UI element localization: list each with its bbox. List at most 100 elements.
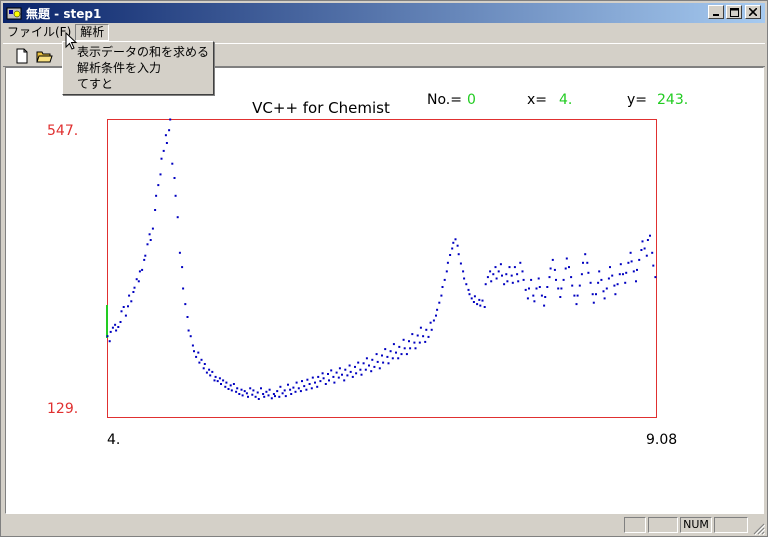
data-point [289, 388, 292, 391]
maximize-button[interactable] [726, 5, 742, 19]
data-point [117, 326, 120, 328]
data-point [446, 261, 449, 264]
menu-analysis[interactable]: 解析 [75, 24, 110, 41]
data-point [457, 253, 460, 256]
data-point [517, 280, 520, 283]
data-point [432, 319, 435, 322]
menu-item-test[interactable]: てすと [63, 76, 213, 92]
x-readout-label: x= [527, 92, 547, 108]
data-point [165, 142, 168, 144]
menu-item-enter-analysis-conditions[interactable]: 解析条件を入力 [63, 60, 213, 76]
data-point [440, 294, 443, 297]
scatter-plot: VC++ for Chemist No.= 0 x= 4. y= 243. 54… [47, 92, 688, 448]
data-point [301, 380, 303, 383]
data-point [600, 278, 603, 281]
data-point [287, 383, 289, 386]
data-point [508, 266, 511, 269]
resize-grip-icon[interactable] [753, 523, 765, 535]
data-point [265, 390, 268, 393]
data-point [360, 373, 363, 376]
data-point [187, 329, 190, 332]
data-point [143, 258, 146, 261]
new-document-icon[interactable] [13, 47, 31, 65]
data-point [251, 393, 254, 396]
window-title: 無題 - step1 [26, 6, 102, 21]
data-point [602, 290, 605, 293]
data-point [365, 357, 368, 360]
data-point [619, 263, 622, 266]
data-point [317, 375, 320, 378]
close-button[interactable] [745, 5, 761, 19]
data-point [557, 287, 560, 290]
data-point [348, 364, 351, 367]
data-point [213, 379, 216, 382]
data-point [424, 340, 427, 343]
data-point [649, 234, 651, 237]
data-point [521, 270, 524, 273]
data-point [283, 389, 286, 392]
data-point [564, 267, 567, 270]
data-point [627, 261, 630, 264]
data-point [402, 338, 405, 341]
data-point [625, 271, 628, 274]
data-point [614, 293, 617, 296]
data-point [203, 363, 206, 365]
data-point [575, 303, 578, 306]
plot-view[interactable]: VC++ for Chemist No.= 0 x= 4. y= 243. 54… [5, 67, 764, 514]
data-point [551, 258, 554, 261]
data-point [443, 278, 446, 281]
data-point [338, 367, 341, 370]
data-point [184, 303, 187, 306]
data-point [349, 370, 352, 373]
open-folder-icon[interactable] [35, 47, 53, 65]
data-point [578, 284, 581, 287]
data-point [209, 374, 212, 377]
data-point [603, 297, 606, 300]
data-point [427, 335, 430, 338]
data-point [607, 277, 610, 280]
y-readout-label: y= [627, 92, 647, 108]
data-point [587, 271, 590, 274]
data-point [645, 254, 648, 257]
data-point [478, 298, 481, 301]
data-point [568, 266, 570, 269]
status-pane-scroll [648, 517, 678, 533]
data-point [137, 280, 140, 283]
data-point [241, 394, 244, 397]
status-pane-ovr [714, 517, 748, 533]
data-point [414, 347, 417, 350]
data-point [635, 280, 637, 283]
data-point [240, 388, 243, 391]
minimize-button[interactable] [708, 5, 724, 19]
data-point [616, 283, 619, 286]
data-point [405, 353, 408, 356]
data-point [247, 395, 249, 398]
menu-item-sum-displayed-data[interactable]: 表示データの和を求める [63, 44, 213, 60]
data-point [605, 287, 608, 290]
data-point [451, 247, 454, 250]
data-point [159, 173, 162, 176]
analysis-menu-dropdown: 表示データの和を求める 解析条件を入力 てすと [62, 41, 214, 95]
data-point [197, 351, 200, 354]
data-point [468, 293, 471, 296]
data-point [364, 368, 367, 371]
data-point [436, 308, 439, 311]
data-point [270, 397, 273, 400]
data-point [162, 149, 165, 152]
data-point [322, 377, 325, 380]
data-point [528, 287, 530, 290]
data-point [109, 330, 112, 333]
data-point [472, 301, 475, 303]
data-point [641, 240, 644, 243]
data-point [335, 371, 338, 374]
data-point [303, 385, 306, 388]
x-max-label: 9.08 [646, 432, 677, 448]
x-min-label: 4. [107, 432, 120, 448]
data-point [476, 303, 479, 306]
data-point [511, 281, 514, 284]
data-point [373, 365, 376, 368]
data-point [516, 273, 519, 276]
data-point [540, 294, 543, 297]
data-point [400, 353, 403, 356]
title-bar[interactable]: 無題 - step1 [3, 3, 765, 23]
